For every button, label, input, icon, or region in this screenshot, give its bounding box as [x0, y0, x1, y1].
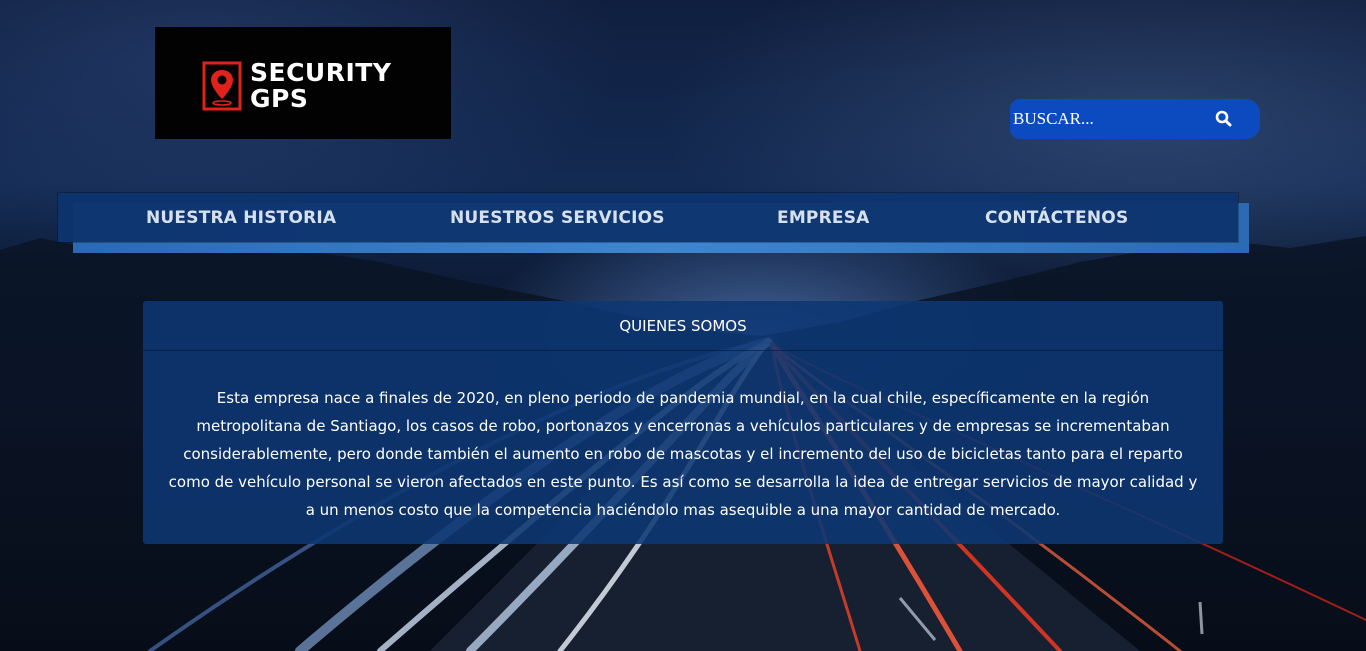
logo-wordmark: SECURITY GPS — [250, 60, 391, 112]
location-pin-icon — [202, 61, 242, 111]
nav-item-contactenos[interactable]: CONTÁCTENOS — [985, 208, 1128, 228]
nav-item-nuestros-servicios[interactable]: NUESTROS SERVICIOS — [450, 208, 665, 228]
nav-item-empresa[interactable]: EMPRESA — [777, 208, 870, 228]
about-card: QUIENES SOMOS Esta empresa nace a finale… — [143, 301, 1223, 544]
search-form — [1010, 99, 1260, 139]
main-nav: NUESTRA HISTORIA NUESTROS SERVICIOS EMPR… — [58, 193, 1238, 242]
search-input[interactable] — [1010, 101, 1203, 137]
logo-line-2: GPS — [250, 84, 309, 113]
search-icon[interactable] — [1214, 109, 1234, 129]
logo-line-1: SECURITY — [250, 58, 392, 87]
about-card-title: QUIENES SOMOS — [143, 301, 1223, 351]
nav-item-nuestra-historia[interactable]: NUESTRA HISTORIA — [146, 208, 336, 228]
brand-logo[interactable]: SECURITY GPS — [155, 27, 451, 139]
about-card-body: Esta empresa nace a finales de 2020, en … — [168, 389, 1198, 519]
